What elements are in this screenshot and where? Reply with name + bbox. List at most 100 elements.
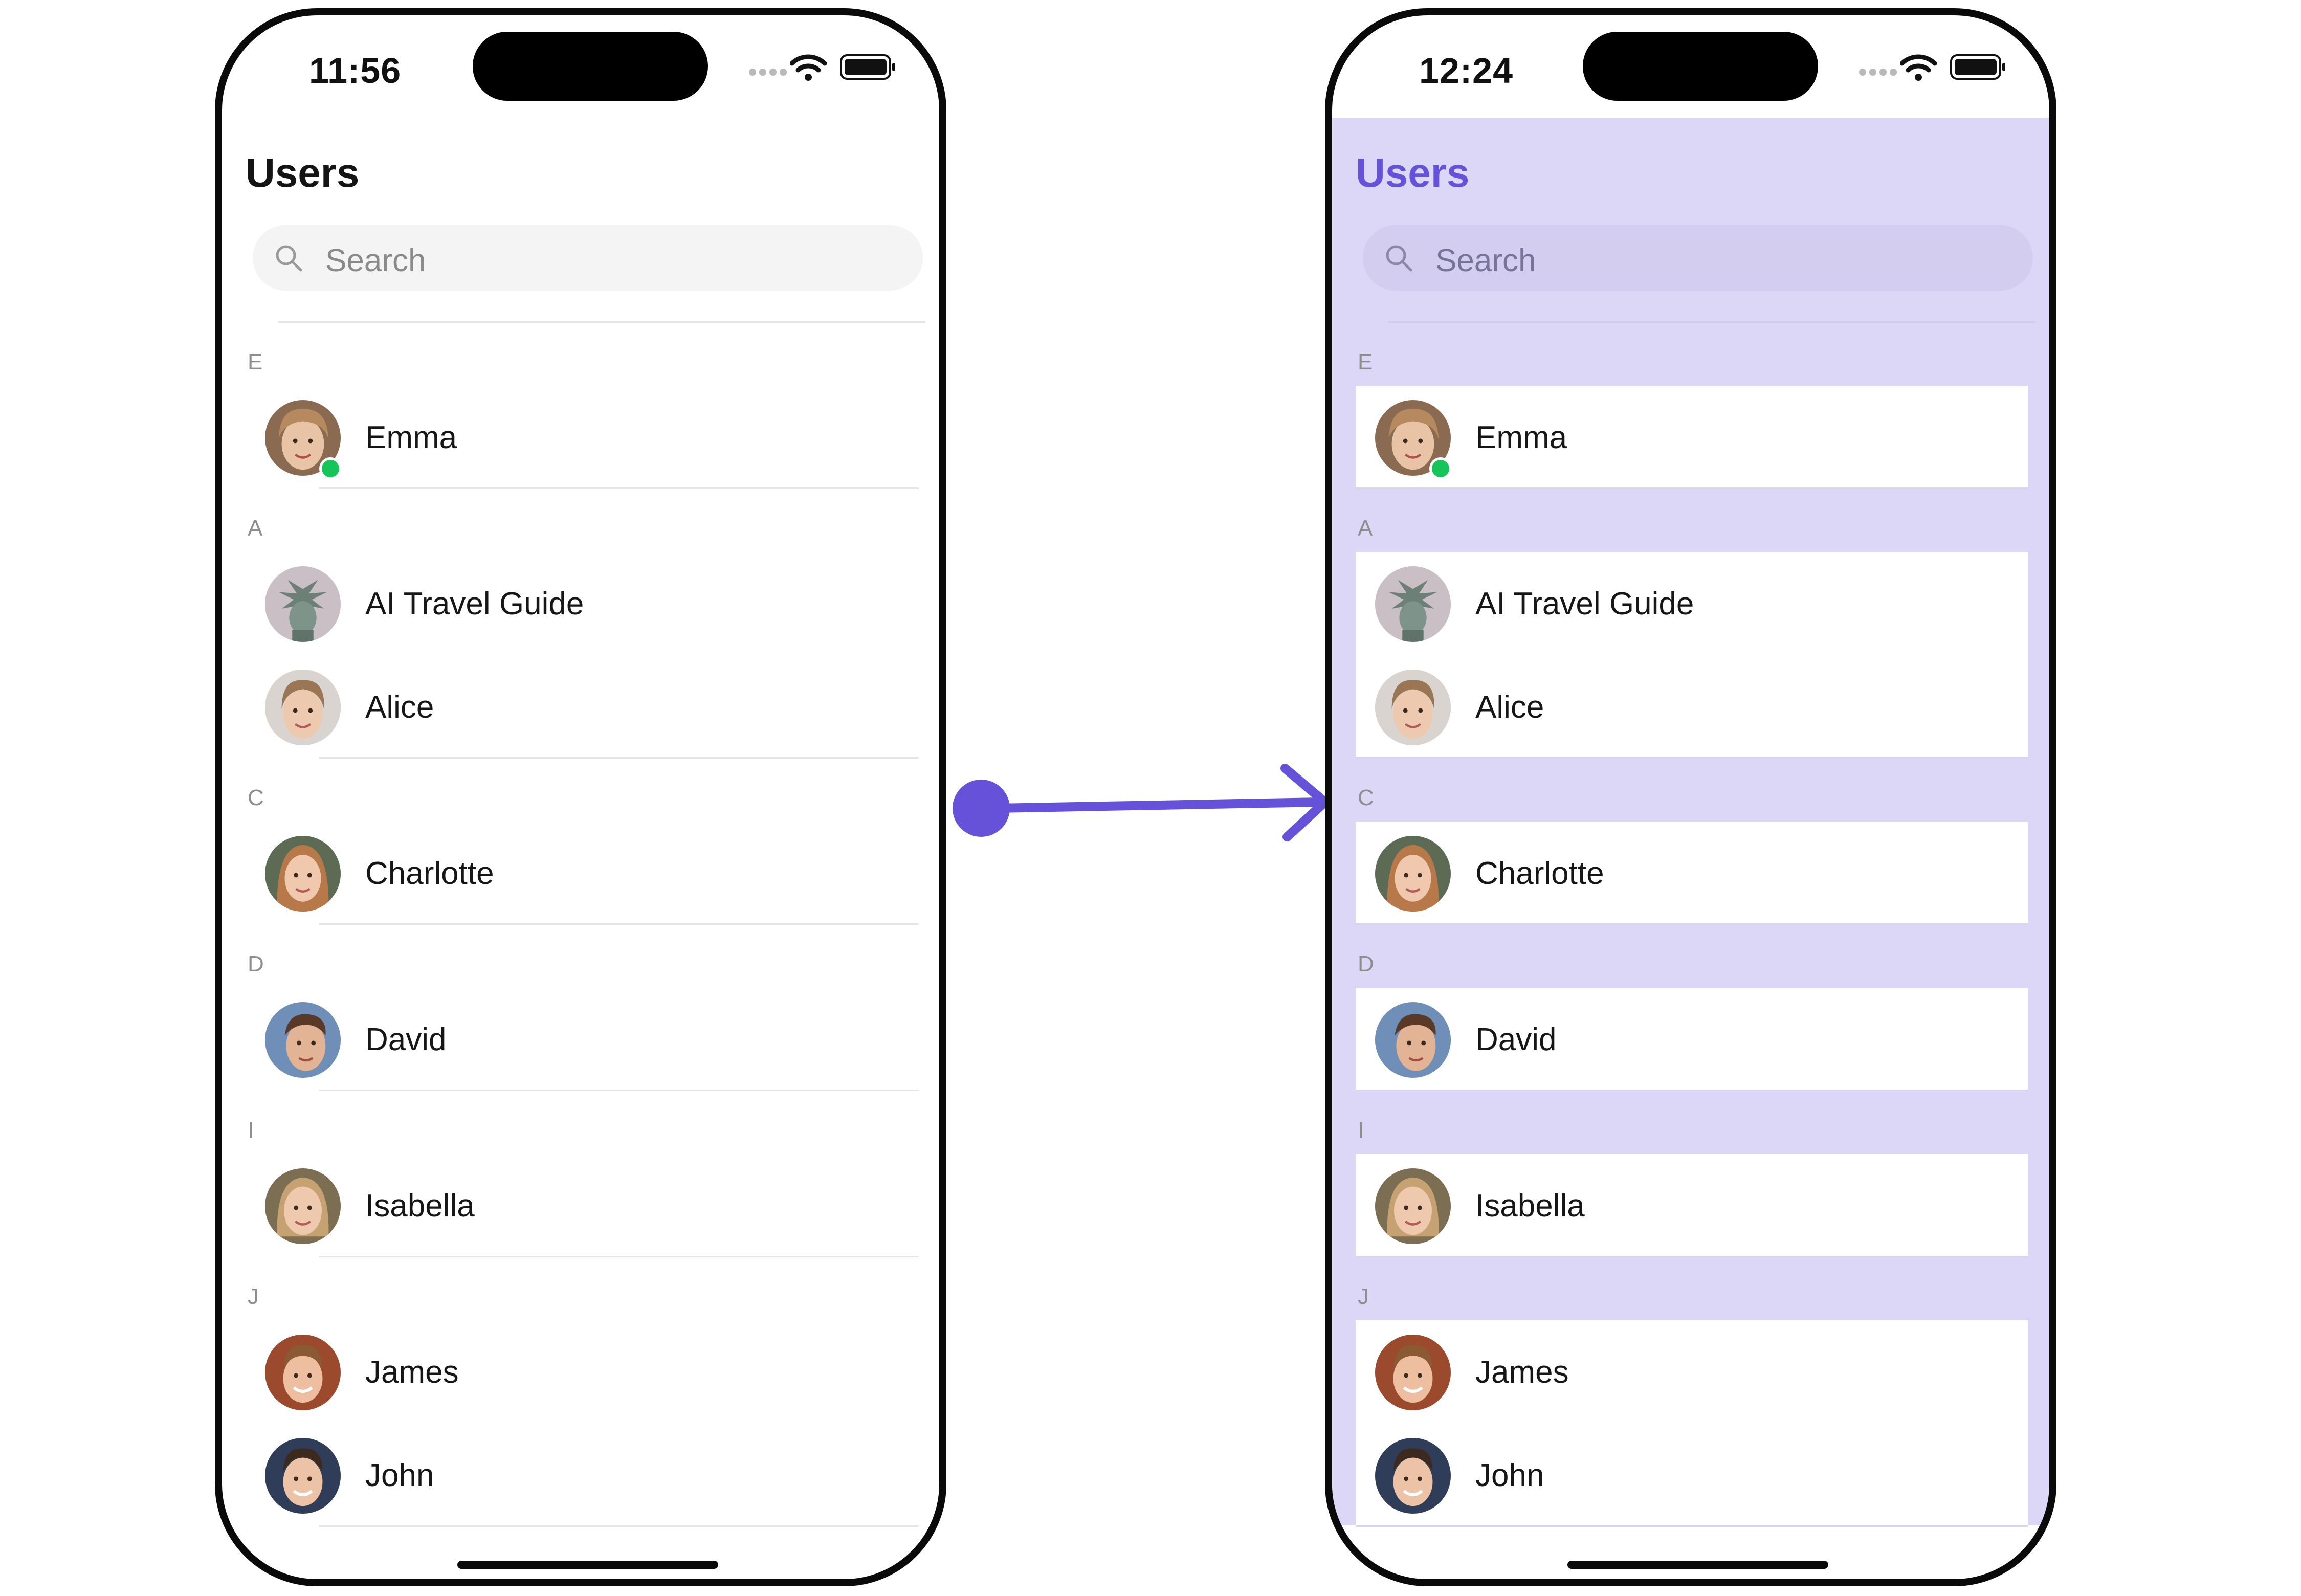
search-icon: [276, 245, 302, 272]
isabella-avatar: [1375, 1168, 1451, 1244]
section-card: James John: [1356, 1320, 2028, 1527]
online-status-indicator: [319, 457, 342, 480]
section-letter: I: [248, 1118, 254, 1143]
user-row-david[interactable]: David: [222, 988, 939, 1091]
user-name: Isabella: [365, 1188, 475, 1224]
john-avatar: [265, 1438, 341, 1514]
wifi-icon: [790, 54, 827, 81]
section-card: Charlotte: [222, 822, 939, 925]
battery-icon: [840, 54, 895, 80]
user-row-emma[interactable]: Emma: [1356, 386, 2028, 489]
page-title: Users: [1356, 150, 1470, 195]
alice-avatar: [1375, 670, 1451, 745]
section-i: I Isabella: [1332, 1091, 2049, 1257]
user-list: E Emma A AI Travel Guide Alice C Charlot…: [222, 323, 939, 1527]
section-header: J: [222, 1257, 939, 1320]
section-card: Emma: [222, 386, 939, 489]
user-row-isabella[interactable]: Isabella: [1356, 1154, 2028, 1257]
user-row-ai-travel-guide[interactable]: AI Travel Guide: [1356, 552, 2028, 655]
user-row-david[interactable]: David: [1356, 988, 2028, 1091]
section-letter: C: [248, 785, 264, 810]
user-name: Emma: [365, 420, 457, 455]
user-name: David: [365, 1022, 447, 1057]
user-name: David: [1475, 1022, 1557, 1057]
phone-custom-style: 12:24 Users Search E Emma A AI Travel Gu…: [1325, 8, 2056, 1586]
user-name: AI Travel Guide: [365, 586, 584, 622]
user-row-charlotte[interactable]: Charlotte: [1356, 822, 2028, 925]
section-header: C: [222, 759, 939, 822]
user-row-james[interactable]: James: [222, 1320, 939, 1424]
section-header: E: [222, 323, 939, 386]
search-icon: [1386, 245, 1412, 272]
dynamic-island: [473, 32, 708, 101]
user-row-ai-travel-guide[interactable]: AI Travel Guide: [222, 552, 939, 655]
david-avatar: [1375, 1002, 1451, 1078]
battery-icon: [1950, 54, 2005, 80]
signal-icon: [749, 69, 790, 78]
section-e: E Emma: [1332, 323, 2049, 489]
divider: [319, 1525, 919, 1527]
user-row-alice[interactable]: Alice: [222, 655, 939, 759]
user-name: James: [1475, 1355, 1569, 1390]
section-card: Charlotte: [1356, 822, 2028, 925]
section-card: AI Travel Guide Alice: [222, 552, 939, 759]
section-card: Isabella: [1356, 1154, 2028, 1257]
section-letter: D: [1358, 951, 1374, 977]
user-name: Charlotte: [1475, 856, 1604, 891]
user-name: John: [1475, 1458, 1544, 1493]
status-time: 11:56: [309, 51, 402, 91]
user-row-john[interactable]: John: [1356, 1424, 2028, 1527]
dynamic-island: [1583, 32, 1818, 101]
user-name: Alice: [1475, 690, 1544, 725]
home-indicator[interactable]: [457, 1561, 718, 1569]
section-a: A AI Travel Guide Alice: [222, 489, 939, 759]
user-row-james[interactable]: James: [1356, 1320, 2028, 1424]
user-name: Alice: [365, 690, 434, 725]
search-input[interactable]: Search: [253, 225, 923, 291]
section-a: A AI Travel Guide Alice: [1332, 489, 2049, 759]
wifi-icon: [1900, 54, 1937, 81]
user-name: Charlotte: [365, 856, 494, 891]
section-header: A: [1332, 489, 2049, 552]
section-c: C Charlotte: [222, 759, 939, 925]
user-row-charlotte[interactable]: Charlotte: [222, 822, 939, 925]
david-avatar: [265, 1002, 341, 1078]
phone-default-style: 11:56 Users Search E Emma A AI Travel Gu…: [215, 8, 946, 1586]
user-name: James: [365, 1355, 459, 1390]
right-arrow-icon: [953, 764, 1330, 841]
james-avatar: [1375, 1335, 1451, 1410]
section-header: D: [1332, 925, 2049, 988]
status-time: 12:24: [1419, 51, 1514, 91]
user-name: John: [365, 1458, 434, 1493]
section-card: David: [1356, 988, 2028, 1091]
statue-of-liberty-avatar: [265, 566, 341, 642]
user-row-isabella[interactable]: Isabella: [222, 1154, 939, 1257]
section-letter: E: [248, 349, 263, 374]
charlotte-avatar: [265, 836, 341, 912]
section-card: James John: [222, 1320, 939, 1527]
section-letter: D: [248, 951, 264, 977]
online-status-indicator: [1429, 457, 1452, 480]
search-placeholder: Search: [325, 243, 426, 278]
section-card: AI Travel Guide Alice: [1356, 552, 2028, 759]
home-indicator[interactable]: [1567, 1561, 1828, 1569]
user-list: E Emma A AI Travel Guide Alice C Charlot…: [1332, 323, 2049, 1527]
signal-icon: [1859, 69, 1900, 78]
section-letter: I: [1358, 1118, 1364, 1143]
section-i: I Isabella: [222, 1091, 939, 1257]
section-j: J James John: [1332, 1257, 2049, 1527]
section-letter: E: [1358, 349, 1373, 374]
statue-of-liberty-avatar: [1375, 566, 1451, 642]
james-avatar: [265, 1335, 341, 1410]
user-row-emma[interactable]: Emma: [222, 386, 939, 489]
user-row-john[interactable]: John: [222, 1424, 939, 1527]
section-e: E Emma: [222, 323, 939, 489]
search-input[interactable]: Search: [1363, 225, 2033, 291]
section-letter: J: [248, 1284, 259, 1309]
user-row-alice[interactable]: Alice: [1356, 655, 2028, 759]
user-name: Isabella: [1475, 1188, 1585, 1224]
section-header: A: [222, 489, 939, 552]
alice-avatar: [265, 670, 341, 745]
section-letter: A: [1358, 516, 1373, 541]
section-header: E: [1332, 323, 2049, 386]
